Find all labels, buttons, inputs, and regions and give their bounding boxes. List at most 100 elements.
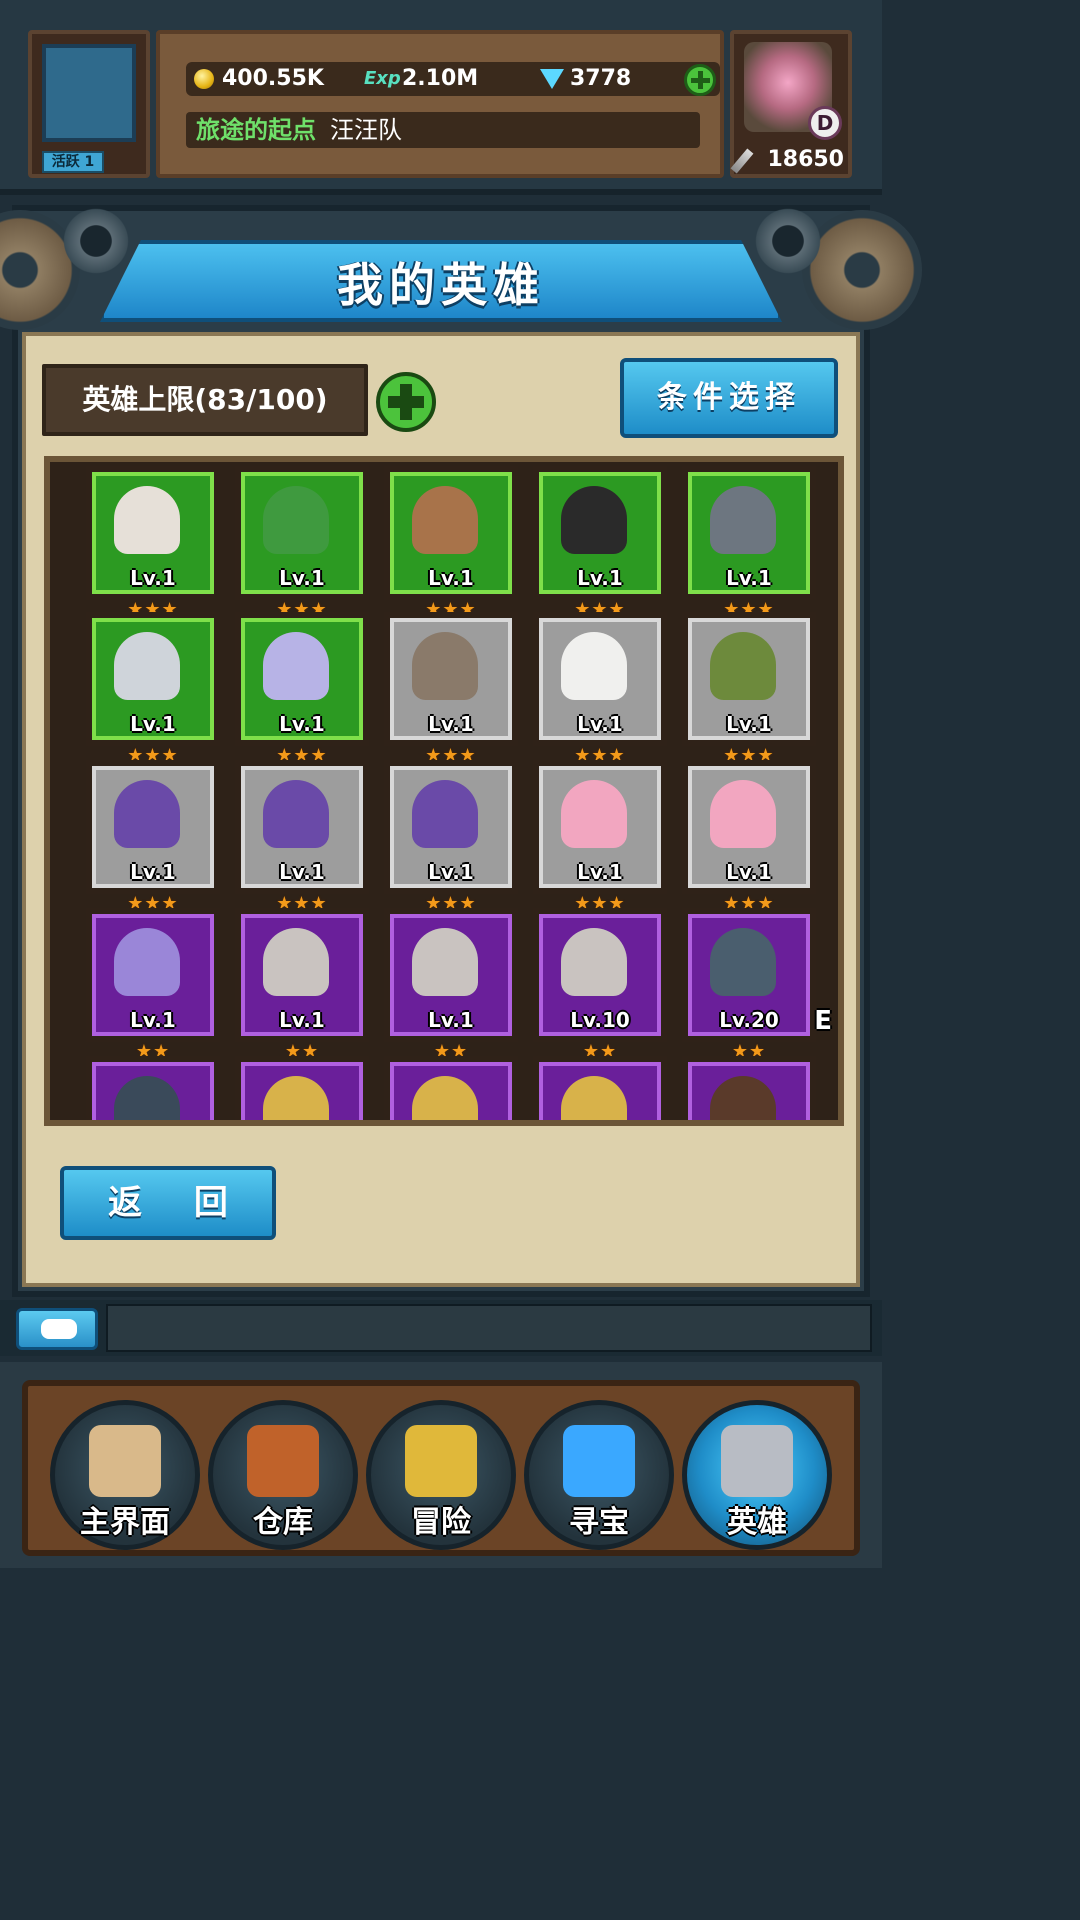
chat-message-line[interactable] (106, 1304, 872, 1352)
equipped-marker: E (814, 1006, 832, 1036)
exp-counter: Exp 2.10M (356, 62, 558, 96)
hero-card[interactable]: Lv.1 ★★★ (235, 612, 369, 766)
hero-level: Lv.1 (279, 860, 325, 884)
hero-card[interactable]: Lv.20 ★★ E (682, 908, 832, 1062)
exp-value: 2.10M (402, 66, 479, 91)
rank-panel[interactable]: D 18650 (730, 30, 852, 178)
team-name: 汪汪队 (330, 116, 402, 144)
chat-bubble-icon (41, 1319, 77, 1339)
gold-value: 400.55K (222, 66, 324, 91)
diamond-icon (540, 69, 564, 89)
hero-level: Lv.1 (577, 860, 623, 884)
hero-card[interactable]: Lv.1 ★★ (235, 908, 369, 1062)
hero-level: Lv.1 (279, 1008, 325, 1032)
hero-card[interactable]: Lv.1 ★★★ (384, 612, 518, 766)
hero-card[interactable] (235, 1056, 369, 1120)
player-avatar[interactable]: 活跃 1 (28, 30, 150, 178)
hero-portrait (561, 928, 627, 996)
hero-card[interactable]: Lv.10 ★★ (533, 908, 667, 1062)
hero-portrait (561, 780, 627, 848)
hero-card[interactable]: Lv.1 ★★ (86, 908, 220, 1062)
hero-portrait (710, 632, 776, 700)
bottom-navigation: 主界面 仓库 冒险 寻宝 英雄 (0, 1362, 882, 1568)
sword-icon (730, 148, 754, 174)
chat-bar (0, 1300, 882, 1356)
hero-level: Lv.20 (719, 1008, 779, 1032)
hero-portrait (561, 632, 627, 700)
hero-card[interactable]: Lv.1 ★★★ (384, 760, 518, 914)
hero-card[interactable] (384, 1056, 518, 1120)
hero-level: Lv.1 (726, 712, 772, 736)
nav-label: 冒险 (411, 1505, 471, 1540)
stage-team-strip: 旅途的起点 汪汪队 (186, 112, 700, 148)
add-gems-button[interactable] (684, 64, 716, 96)
active-level-badge: 活跃 1 (42, 151, 104, 173)
hero-level: Lv.1 (130, 860, 176, 884)
hero-level: Lv.1 (577, 712, 623, 736)
hero-card[interactable]: Lv.1 ★★★ (235, 760, 369, 914)
hero-level: Lv.1 (130, 1008, 176, 1032)
hero-card[interactable]: Lv.1 ★★★ (533, 612, 667, 766)
hero-portrait (561, 486, 627, 554)
gold-coin-icon (194, 69, 214, 89)
hero-card[interactable]: Lv.1 ★★★ (235, 466, 369, 620)
hero-card[interactable]: Lv.1 ★★★ (533, 760, 667, 914)
resource-panel: 400.55K Exp 2.10M 3778 旅途的起点 汪汪队 (156, 30, 724, 178)
hero-level: Lv.1 (130, 712, 176, 736)
hero-level: Lv.1 (428, 712, 474, 736)
hero-card[interactable] (86, 1056, 220, 1120)
hero-portrait (263, 928, 329, 996)
content-area: 英雄上限(83/100) 条件选择 Lv.1 ★★★ Lv.1 ★★★ Lv.1 ★★★ L… (22, 332, 860, 1287)
nav-label: 主界面 (80, 1505, 170, 1540)
nav-label: 寻宝 (569, 1505, 629, 1540)
hero-limit-label: 英雄上限(83/100) (42, 364, 368, 436)
avatar-portrait (42, 44, 136, 142)
return-button[interactable]: 返 回 (60, 1166, 276, 1240)
hero-card[interactable]: Lv.1 ★★★ (682, 466, 816, 620)
nav-button[interactable]: 寻宝 (524, 1400, 674, 1550)
hero-portrait (412, 632, 478, 700)
hero-grid[interactable]: Lv.1 ★★★ Lv.1 ★★★ Lv.1 ★★★ Lv.1 ★★★ Lv.1 ★★★ Lv.1 ★… (44, 456, 844, 1126)
top-status-bar: 活跃 1 400.55K Exp 2.10M 3778 旅途的起点 汪汪队 D 1… (0, 0, 882, 195)
hero-level: Lv.1 (279, 566, 325, 590)
nav-button[interactable]: 冒险 (366, 1400, 516, 1550)
hero-portrait (412, 486, 478, 554)
gem-value: 3778 (570, 66, 632, 91)
power-value: 18650 (767, 147, 844, 172)
scroll-map-icon (89, 1425, 161, 1497)
hero-card[interactable]: Lv.1 ★★★ (86, 466, 220, 620)
chat-button[interactable] (16, 1308, 98, 1350)
expand-limit-button[interactable] (376, 372, 436, 432)
hero-card[interactable]: Lv.1 ★★★ (384, 466, 518, 620)
hero-card[interactable]: Lv.1 ★★★ (86, 760, 220, 914)
hero-card[interactable] (533, 1056, 667, 1120)
hero-card[interactable]: Lv.1 ★★★ (682, 760, 816, 914)
hero-card[interactable]: Lv.1 ★★ (384, 908, 518, 1062)
stage-name: 旅途的起点 (196, 116, 316, 144)
hero-level: Lv.1 (279, 712, 325, 736)
nav-button[interactable]: 英雄 (682, 1400, 832, 1550)
nav-button[interactable]: 主界面 (50, 1400, 200, 1550)
hero-portrait (710, 486, 776, 554)
nav-tray: 主界面 仓库 冒险 寻宝 英雄 (22, 1380, 860, 1556)
hero-level: Lv.1 (577, 566, 623, 590)
hero-level: Lv.1 (428, 1008, 474, 1032)
hero-card[interactable]: Lv.1 ★★★ (533, 466, 667, 620)
filter-button[interactable]: 条件选择 (620, 358, 838, 438)
hero-level: Lv.1 (428, 860, 474, 884)
hero-portrait (114, 780, 180, 848)
crossed-swords-icon (405, 1425, 477, 1497)
hero-portrait (263, 780, 329, 848)
hero-level: Lv.1 (130, 566, 176, 590)
hero-card[interactable]: Lv.1 ★★★ (682, 612, 816, 766)
hero-portrait (263, 632, 329, 700)
gold-counter: 400.55K (186, 62, 372, 96)
hero-card[interactable]: Lv.1 ★★★ (86, 612, 220, 766)
hero-level: Lv.1 (428, 566, 474, 590)
hero-level: Lv.1 (726, 860, 772, 884)
hero-card[interactable] (682, 1056, 816, 1120)
page-title: 我的英雄 (337, 258, 545, 312)
hero-level: Lv.10 (570, 1008, 630, 1032)
nav-button[interactable]: 仓库 (208, 1400, 358, 1550)
nav-label: 英雄 (727, 1505, 787, 1540)
